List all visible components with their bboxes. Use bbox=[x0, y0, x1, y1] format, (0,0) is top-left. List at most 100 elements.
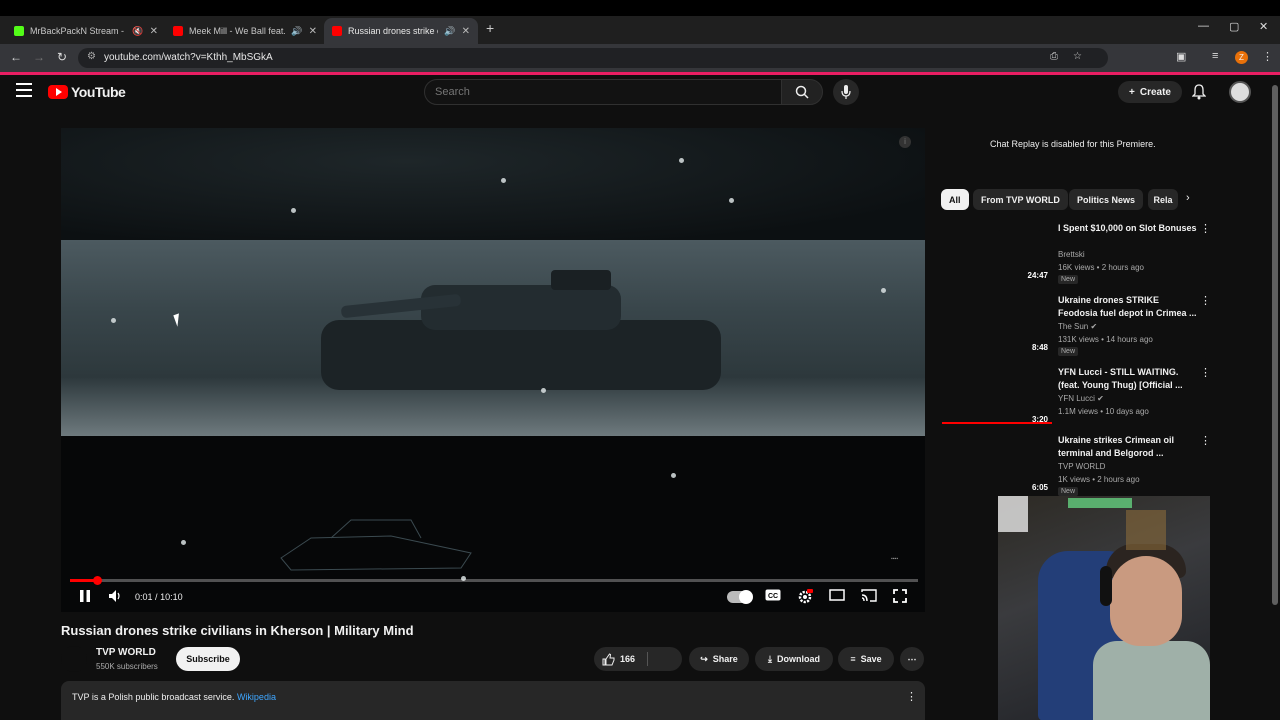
download-button[interactable]: ⤓ Download bbox=[755, 647, 833, 671]
more-vertical-icon[interactable]: ⋮ bbox=[1200, 294, 1211, 307]
pause-button[interactable] bbox=[79, 589, 91, 606]
more-vertical-icon[interactable]: ⋮ bbox=[1200, 366, 1211, 379]
reload-icon[interactable]: ↻ bbox=[57, 50, 67, 64]
video-player[interactable]: i ▪▪▪▪ bbox=[61, 128, 925, 612]
video-progress-bar[interactable] bbox=[70, 576, 918, 585]
voice-search-button[interactable] bbox=[833, 79, 859, 105]
snow-particle bbox=[111, 318, 116, 323]
page-scrollbar[interactable] bbox=[1270, 75, 1280, 720]
recommended-video[interactable]: 3:20 YFN Lucci - STILL WAITING. (feat. Y… bbox=[942, 366, 1212, 434]
new-tab-button[interactable]: + bbox=[486, 20, 494, 36]
video-info-icon[interactable]: i bbox=[899, 136, 911, 148]
back-arrow-icon[interactable]: ← bbox=[10, 50, 22, 64]
tab-russian-drones[interactable]: Russian drones strike civilia 🔊 ✕ bbox=[324, 18, 478, 44]
create-button[interactable]: + Create bbox=[1118, 81, 1182, 103]
autoplay-toggle[interactable] bbox=[727, 590, 753, 604]
more-actions-button[interactable]: ⋯ bbox=[900, 647, 924, 671]
captions-button[interactable]: CC bbox=[765, 589, 781, 604]
rec-channel-row[interactable]: YFN Lucci ✔ bbox=[1058, 394, 1104, 403]
theater-icon bbox=[829, 589, 845, 601]
wikipedia-link[interactable]: Wikipedia bbox=[237, 692, 276, 702]
rec-title[interactable]: Ukraine strikes Crimean oil terminal and… bbox=[1058, 434, 1198, 460]
fullscreen-button[interactable] bbox=[893, 589, 907, 606]
channel-name[interactable]: TVP WORLD bbox=[96, 647, 156, 658]
browser-menu-icon[interactable]: ⋮ bbox=[1262, 50, 1273, 63]
site-info-icon[interactable]: ⚙ bbox=[87, 51, 96, 62]
channel-avatar[interactable] bbox=[61, 646, 87, 672]
forward-arrow-icon[interactable]: → bbox=[33, 50, 45, 64]
share-button[interactable]: ↪ Share bbox=[689, 647, 749, 671]
cast-button[interactable] bbox=[861, 589, 877, 605]
chip-from-tvp-world[interactable]: From TVP WORLD bbox=[973, 189, 1068, 210]
rec-title[interactable]: Ukraine drones STRIKE Feodosia fuel depo… bbox=[1058, 294, 1198, 320]
rec-channel[interactable]: YFN Lucci bbox=[1058, 394, 1095, 403]
video-thumbnail[interactable]: 6:05 bbox=[942, 434, 1052, 496]
duration: 10:10 bbox=[160, 592, 183, 602]
bookmark-star-icon[interactable]: ☆ bbox=[1073, 51, 1082, 62]
search-input[interactable] bbox=[425, 80, 781, 104]
close-window-button[interactable]: ✕ bbox=[1259, 20, 1268, 33]
recommended-video[interactable]: 6:05 Ukraine strikes Crimean oil termina… bbox=[942, 434, 1212, 502]
speaker-icon[interactable]: 🔊 bbox=[444, 26, 455, 37]
minimize-button[interactable]: — bbox=[1198, 20, 1209, 32]
search-icon bbox=[795, 85, 809, 99]
rec-channel[interactable]: The Sun bbox=[1058, 322, 1088, 331]
chevron-right-icon[interactable]: › bbox=[1186, 192, 1190, 204]
notifications-bell-icon[interactable] bbox=[1191, 84, 1207, 105]
rec-title[interactable]: I Spent $10,000 on Slot Bonuses bbox=[1058, 222, 1198, 235]
rec-channel-row[interactable]: The Sun ✔ bbox=[1058, 322, 1097, 331]
tab-close-icon[interactable]: ✕ bbox=[150, 26, 158, 37]
install-app-icon[interactable]: ⎙ bbox=[1050, 51, 1058, 62]
sidebar-icon[interactable]: ▣ bbox=[1176, 50, 1186, 63]
more-vertical-icon[interactable]: ⋮ bbox=[906, 690, 917, 703]
like-button[interactable]: 166 bbox=[602, 652, 635, 666]
speaker-icon[interactable]: 🔊 bbox=[291, 26, 302, 37]
hamburger-menu-icon[interactable] bbox=[16, 83, 32, 97]
muted-speaker-icon[interactable]: 🔇 bbox=[132, 26, 143, 37]
media-control-icon[interactable]: ≡ bbox=[1212, 50, 1218, 62]
save-button[interactable]: ≡ Save bbox=[838, 647, 894, 671]
recommended-video[interactable]: 8:48 Ukraine drones STRIKE Feodosia fuel… bbox=[942, 294, 1212, 362]
tab-title: Russian drones strike civilia bbox=[348, 26, 438, 36]
search-box[interactable] bbox=[424, 79, 782, 105]
webcam-overlay bbox=[998, 496, 1210, 720]
volume-button[interactable] bbox=[108, 589, 122, 606]
more-vertical-icon[interactable]: ⋮ bbox=[1200, 434, 1211, 447]
video-thumbnail[interactable]: 3:20 bbox=[942, 366, 1052, 428]
chip-politics-news[interactable]: Politics News bbox=[1069, 189, 1144, 210]
tab-close-icon[interactable]: ✕ bbox=[309, 26, 317, 37]
subscribe-button[interactable]: Subscribe bbox=[176, 647, 240, 671]
svg-text:CC: CC bbox=[768, 593, 778, 600]
rec-channel[interactable]: TVP WORLD bbox=[1058, 462, 1105, 471]
rec-channel[interactable]: Brettski bbox=[1058, 250, 1085, 259]
video-thumbnail[interactable]: 8:48 bbox=[942, 294, 1052, 356]
rec-title[interactable]: YFN Lucci - STILL WAITING. (feat. Young … bbox=[1058, 366, 1198, 392]
url-field[interactable]: ⚙ youtube.com/watch?v=Kthh_MbSGkA ⎙ ☆ bbox=[78, 48, 1108, 68]
youtube-logo[interactable]: YouTube bbox=[48, 84, 126, 100]
video-progress-knob[interactable] bbox=[92, 576, 102, 585]
tab-meek-mill[interactable]: Meek Mill - We Ball feat. Yo 🔊 ✕ bbox=[165, 18, 325, 44]
maximize-button[interactable]: ▢ bbox=[1229, 20, 1239, 33]
account-avatar[interactable] bbox=[1229, 81, 1251, 103]
search-button[interactable] bbox=[781, 79, 823, 105]
video-title: Russian drones strike civilians in Khers… bbox=[61, 623, 414, 638]
url-text: youtube.com/watch?v=Kthh_MbSGkA bbox=[104, 52, 273, 63]
tab-kick-stream[interactable]: MrBackPackN Stream - Wa 🔇 ✕ bbox=[6, 18, 166, 44]
chip-all[interactable]: All bbox=[941, 189, 969, 210]
more-vertical-icon[interactable]: ⋮ bbox=[1200, 222, 1211, 235]
description-box[interactable]: TVP is a Polish public broadcast service… bbox=[61, 681, 925, 720]
profile-avatar[interactable]: Z bbox=[1235, 51, 1248, 64]
download-icon: ⤓ bbox=[768, 653, 772, 664]
rec-meta: 16K views • 2 hours ago bbox=[1058, 263, 1144, 272]
dislike-button[interactable] bbox=[655, 652, 669, 666]
recommended-video[interactable]: 24:47 I Spent $10,000 on Slot Bonuses Br… bbox=[942, 222, 1212, 290]
theater-mode-button[interactable] bbox=[829, 589, 845, 604]
snow-particle bbox=[729, 198, 734, 203]
tank-overlay-graphic bbox=[280, 519, 472, 571]
video-thumbnail[interactable]: 24:47 bbox=[942, 222, 1052, 284]
scrollbar-thumb[interactable] bbox=[1272, 85, 1278, 605]
chip-related[interactable]: Rela bbox=[1148, 189, 1178, 210]
tab-close-icon[interactable]: ✕ bbox=[462, 26, 470, 37]
settings-button[interactable] bbox=[797, 589, 813, 608]
snow-particle bbox=[881, 288, 886, 293]
